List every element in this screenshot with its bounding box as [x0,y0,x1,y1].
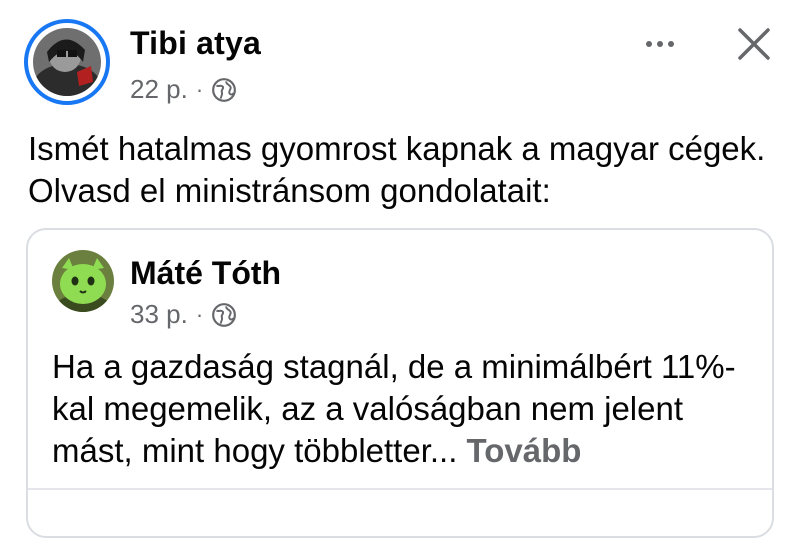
author-name[interactable]: Tibi atya [130,25,261,62]
globe-icon [212,302,237,327]
shared-post-meta: 33 p. · [130,299,237,330]
post-meta: 22 p. · [130,74,237,105]
close-icon[interactable] [728,18,780,70]
more-horizontal-icon [668,41,674,47]
shared-author-avatar[interactable] [52,250,114,312]
shared-post-time[interactable]: 33 p. [130,299,188,330]
more-horizontal-icon [657,41,663,47]
author-avatar-image [33,28,101,96]
shared-author-name[interactable]: Máté Tóth [130,255,281,292]
shared-post-text: Ha a gazdaság stagnál, de a minimálbért … [52,346,762,472]
shared-post-body: Ha a gazdaság stagnál, de a minimálbért … [52,348,736,469]
meta-separator: · [195,301,204,327]
more-horizontal-icon [646,41,652,47]
meta-separator: · [195,76,204,102]
author-avatar[interactable] [24,19,110,105]
more-options-button[interactable] [636,28,684,60]
see-more-link[interactable]: Tovább [467,432,582,469]
post-text: Ismét hatalmas gyomrost kapnak a magyar … [28,130,766,209]
globe-icon [212,77,237,102]
card-divider [28,488,772,490]
post-time[interactable]: 22 p. [130,74,188,105]
